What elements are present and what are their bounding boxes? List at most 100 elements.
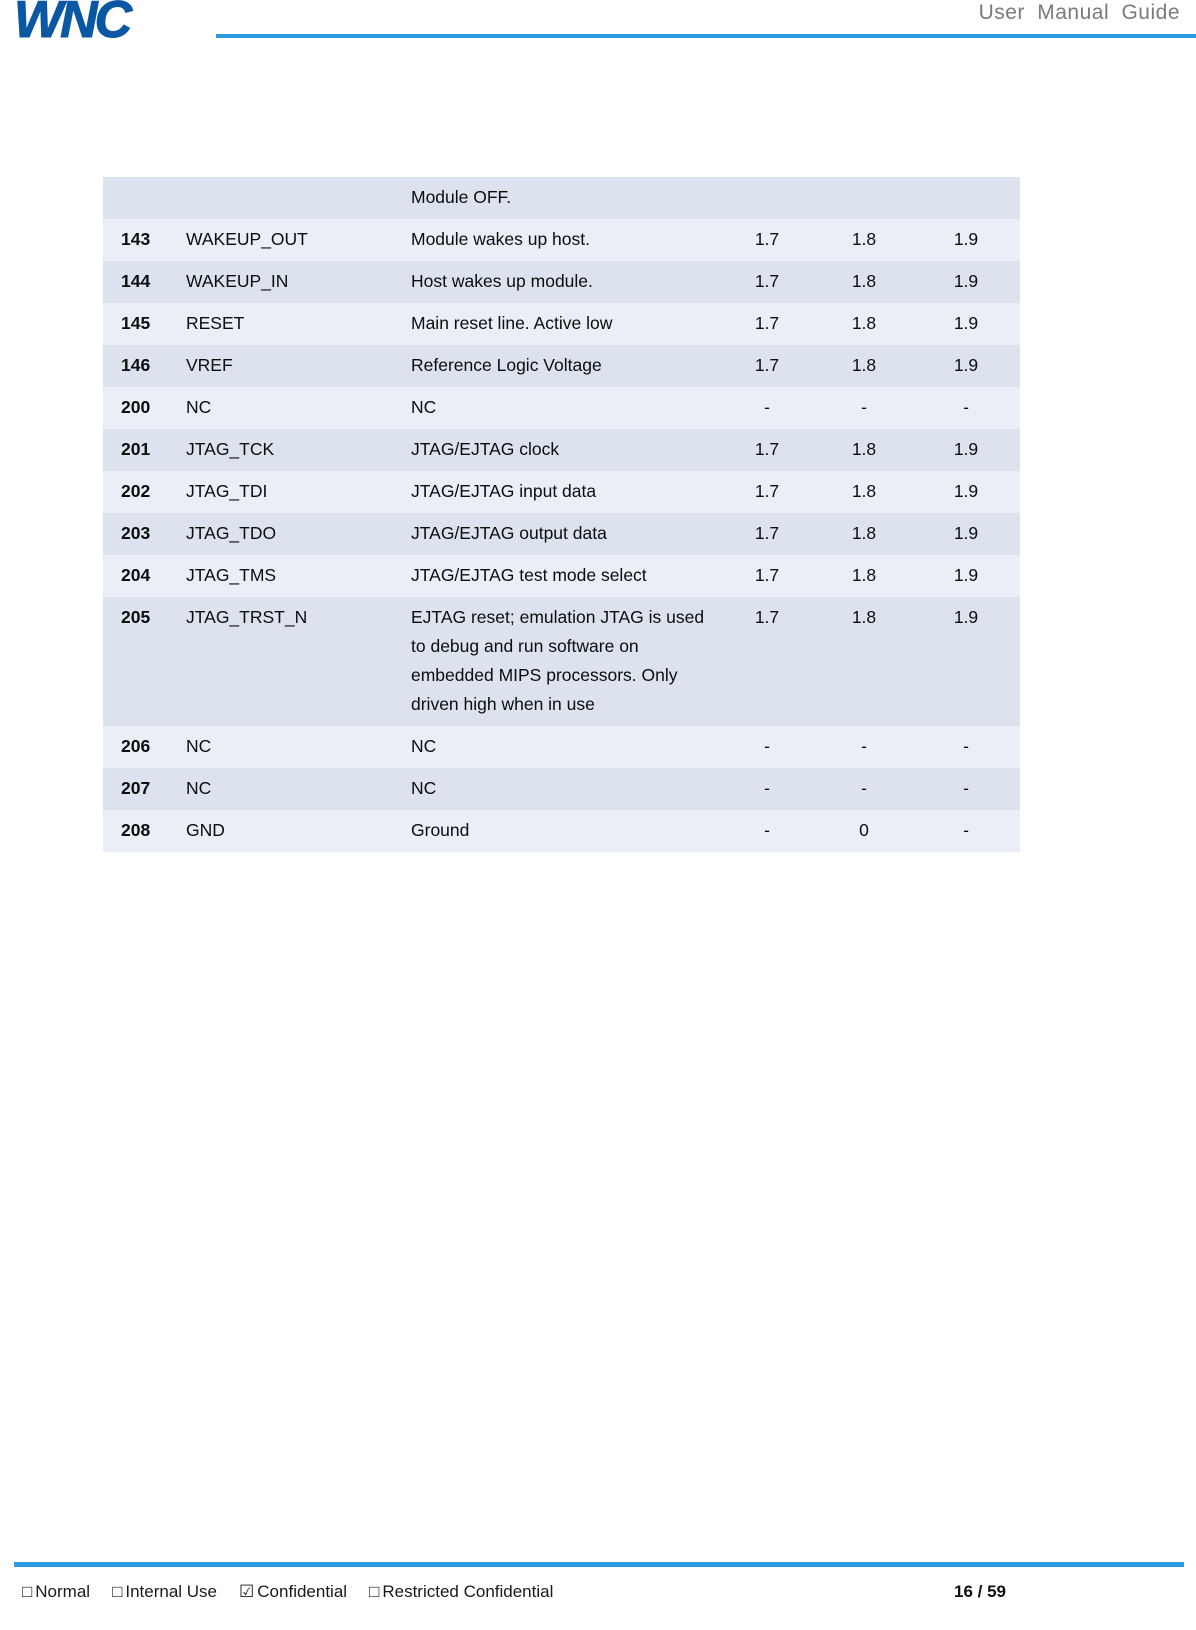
cell-min: - bbox=[764, 397, 770, 417]
cell-typ: - bbox=[861, 736, 867, 756]
cell-max: 1.9 bbox=[953, 271, 979, 291]
table-row: 203 JTAG_TDO JTAG/EJTAG output data 1.7 1.8 1… bbox=[103, 513, 1020, 555]
classification-option-normal[interactable]: □ Normal bbox=[22, 1582, 90, 1602]
cell-pin: 146 bbox=[121, 355, 151, 375]
cell-min: 1.7 bbox=[754, 565, 780, 585]
cell-description: Module wakes up host. bbox=[411, 229, 590, 249]
cell-description: NC bbox=[411, 736, 437, 756]
footer-divider-line bbox=[14, 1562, 1184, 1567]
cell-name: JTAG_TDI bbox=[186, 481, 268, 501]
cell-typ: 1.8 bbox=[851, 481, 877, 501]
classification-option-internal-use[interactable]: □ Internal Use bbox=[112, 1582, 217, 1602]
cell-description: NC bbox=[411, 778, 437, 798]
classification-option-restricted-confidential[interactable]: □ Restricted Confidential bbox=[369, 1582, 553, 1602]
classification-label: Restricted Confidential bbox=[382, 1582, 554, 1601]
cell-name: WAKEUP_OUT bbox=[186, 229, 308, 249]
cell-max: 1.9 bbox=[953, 313, 979, 333]
cell-min: 1.7 bbox=[754, 271, 780, 291]
cell-min: 1.7 bbox=[754, 229, 780, 249]
cell-min: - bbox=[764, 820, 770, 840]
cell-min: 1.7 bbox=[754, 481, 780, 501]
table-row: 145 RESET Main reset line. Active low 1.7 1.… bbox=[103, 303, 1020, 345]
classification-list: □ Normal □ Internal Use ☑ Confidential □ Restri… bbox=[22, 1582, 575, 1602]
cell-typ: 1.8 bbox=[851, 271, 877, 291]
classification-label: Normal bbox=[35, 1582, 91, 1601]
cell-description: Reference Logic Voltage bbox=[411, 355, 602, 375]
cell-name: GND bbox=[186, 820, 225, 840]
cell-description: JTAG/EJTAG output data bbox=[411, 523, 607, 543]
cell-pin: 202 bbox=[121, 481, 151, 501]
cell-min: - bbox=[764, 736, 770, 756]
cell-pin: 204 bbox=[121, 565, 151, 585]
cell-typ: 1.8 bbox=[851, 523, 877, 543]
cell-max: - bbox=[963, 397, 969, 417]
checkbox-unchecked-icon[interactable]: □ bbox=[112, 1582, 122, 1602]
cell-min bbox=[718, 177, 816, 219]
cell-description: JTAG/EJTAG clock bbox=[411, 439, 560, 459]
table-row: 144 WAKEUP_IN Host wakes up module. 1.7 1.8 1… bbox=[103, 261, 1020, 303]
cell-max: - bbox=[963, 736, 969, 756]
cell-max: 1.9 bbox=[953, 439, 979, 459]
cell-typ: 0 bbox=[859, 820, 869, 840]
cell-max: 1.9 bbox=[953, 565, 979, 585]
classification-label: Internal Use bbox=[125, 1582, 218, 1601]
cell-pin: 205 bbox=[121, 607, 151, 627]
classification-option-confidential[interactable]: ☑ Confidential bbox=[239, 1582, 347, 1602]
cell-max: 1.9 bbox=[953, 481, 979, 501]
cell-min: 1.7 bbox=[754, 355, 780, 375]
cell-description: Module OFF. bbox=[411, 187, 512, 207]
cell-pin: 207 bbox=[121, 778, 151, 798]
checkbox-unchecked-icon[interactable]: □ bbox=[22, 1582, 32, 1602]
cell-max bbox=[912, 177, 1020, 219]
cell-pin bbox=[103, 177, 186, 219]
cell-typ: - bbox=[861, 397, 867, 417]
wnc-logo: WNC bbox=[13, 0, 132, 49]
cell-pin: 201 bbox=[121, 439, 151, 459]
cell-pin: 143 bbox=[121, 229, 151, 249]
pin-table-body: Module OFF. 143 WAKEUP_OUT Module wakes up… bbox=[103, 177, 1020, 852]
cell-pin: 203 bbox=[121, 523, 151, 543]
table-row: 206 NC NC - - - bbox=[103, 726, 1020, 768]
cell-typ: 1.8 bbox=[851, 313, 877, 333]
classification-label: Confidential bbox=[257, 1582, 348, 1601]
cell-max: 1.9 bbox=[953, 523, 979, 543]
table-row: 204 JTAG_TMS JTAG/EJTAG test mode select 1.… bbox=[103, 555, 1020, 597]
cell-max: 1.9 bbox=[953, 607, 979, 627]
document-title: User Manual Guide bbox=[978, 1, 1180, 24]
table-row: 201 JTAG_TCK JTAG/EJTAG clock 1.7 1.8 1.9 bbox=[103, 429, 1020, 471]
cell-name: JTAG_TMS bbox=[186, 565, 277, 585]
cell-min: 1.7 bbox=[754, 439, 780, 459]
cell-pin: 208 bbox=[121, 820, 151, 840]
checkbox-checked-icon[interactable]: ☑ bbox=[239, 1582, 254, 1602]
cell-description: JTAG/EJTAG test mode select bbox=[411, 565, 647, 585]
cell-name: NC bbox=[186, 736, 212, 756]
header-divider-line bbox=[216, 34, 1196, 38]
cell-min: 1.7 bbox=[754, 313, 780, 333]
cell-description: JTAG/EJTAG input data bbox=[411, 481, 597, 501]
cell-name: RESET bbox=[186, 313, 245, 333]
cell-name: WAKEUP_IN bbox=[186, 271, 289, 291]
cell-name: JTAG_TCK bbox=[186, 439, 275, 459]
cell-typ: 1.8 bbox=[851, 439, 877, 459]
cell-name: NC bbox=[186, 778, 212, 798]
table-row: 143 WAKEUP_OUT Module wakes up host. 1.7 1.8… bbox=[103, 219, 1020, 261]
cell-typ: 1.8 bbox=[851, 355, 877, 375]
table-row: 208 GND Ground - 0 - bbox=[103, 810, 1020, 852]
pin-description-table-container: Module OFF. 143 WAKEUP_OUT Module wakes up… bbox=[103, 177, 1020, 852]
table-row: 205 JTAG_TRST_N EJTAG reset; emulation JTA… bbox=[103, 597, 1020, 726]
cell-description: Main reset line. Active low bbox=[411, 313, 613, 333]
cell-max: - bbox=[963, 778, 969, 798]
cell-min: 1.7 bbox=[754, 523, 780, 543]
checkbox-unchecked-icon[interactable]: □ bbox=[369, 1582, 379, 1602]
cell-description: EJTAG reset; emulation JTAG is used to d… bbox=[411, 607, 705, 714]
cell-pin: 145 bbox=[121, 313, 151, 333]
cell-pin: 144 bbox=[121, 271, 151, 291]
cell-typ bbox=[816, 177, 912, 219]
cell-name: JTAG_TRST_N bbox=[186, 607, 308, 627]
table-row: 146 VREF Reference Logic Voltage 1.7 1.8 1.9 bbox=[103, 345, 1020, 387]
cell-name: JTAG_TDO bbox=[186, 523, 277, 543]
cell-min: - bbox=[764, 778, 770, 798]
page-footer: □ Normal □ Internal Use ☑ Confidential □ Restri… bbox=[0, 1560, 1196, 1630]
cell-min: 1.7 bbox=[754, 607, 780, 627]
table-row-continued: Module OFF. bbox=[103, 177, 1020, 219]
